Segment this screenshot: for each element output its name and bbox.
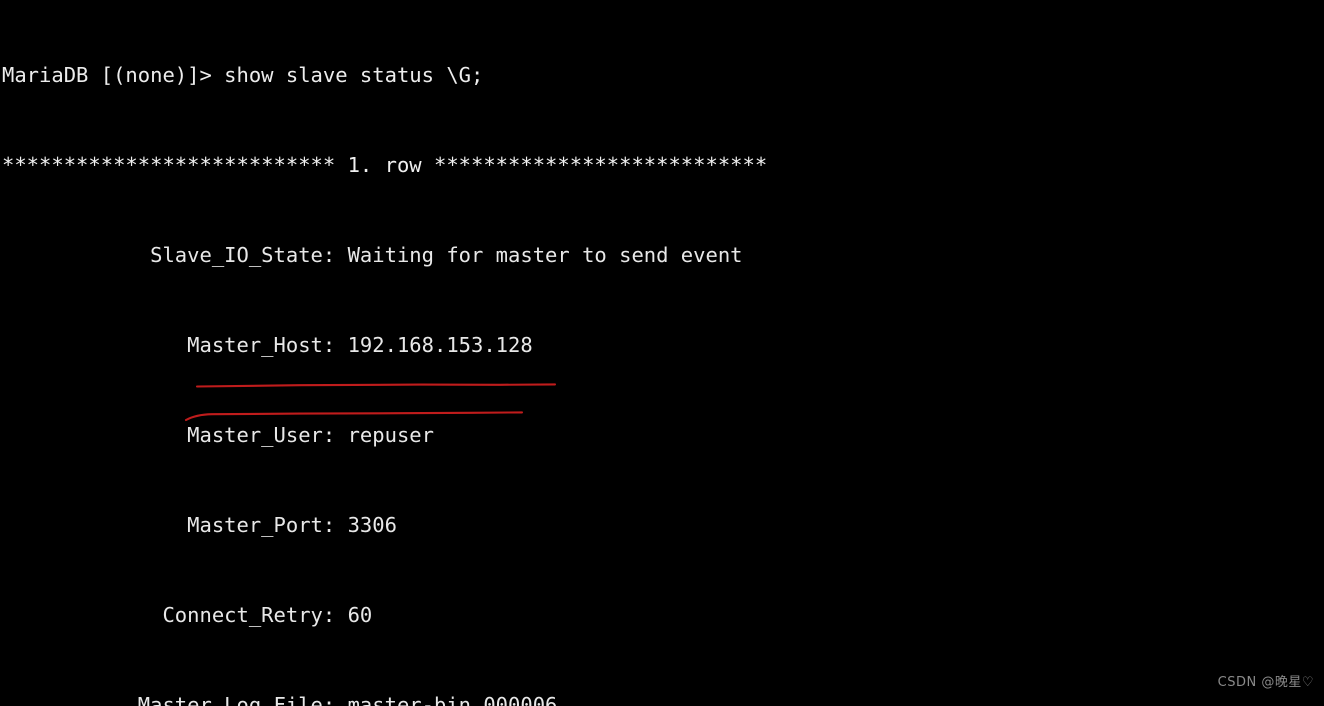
row-separator-line: *************************** 1. row *****…: [2, 153, 768, 177]
field-line-master-port: Master_Port: 3306: [2, 513, 397, 537]
terminal-window[interactable]: MariaDB [(none)]> show slave status \G; …: [0, 0, 1324, 706]
terminal-prompt-line: MariaDB [(none)]> show slave status \G;: [2, 63, 484, 87]
csdn-watermark: CSDN @晚星♡: [1217, 675, 1314, 690]
field-line-master-host: Master_Host: 192.168.153.128: [2, 333, 533, 357]
field-line-master-user: Master_User: repuser: [2, 423, 434, 447]
field-line-slave-io-state: Slave_IO_State: Waiting for master to se…: [2, 243, 743, 267]
field-line-master-log-file: Master_Log_File: master-bin.000006: [2, 693, 558, 706]
field-line-connect-retry: Connect_Retry: 60: [2, 603, 373, 627]
terminal-output: MariaDB [(none)]> show slave status \G; …: [2, 0, 767, 706]
